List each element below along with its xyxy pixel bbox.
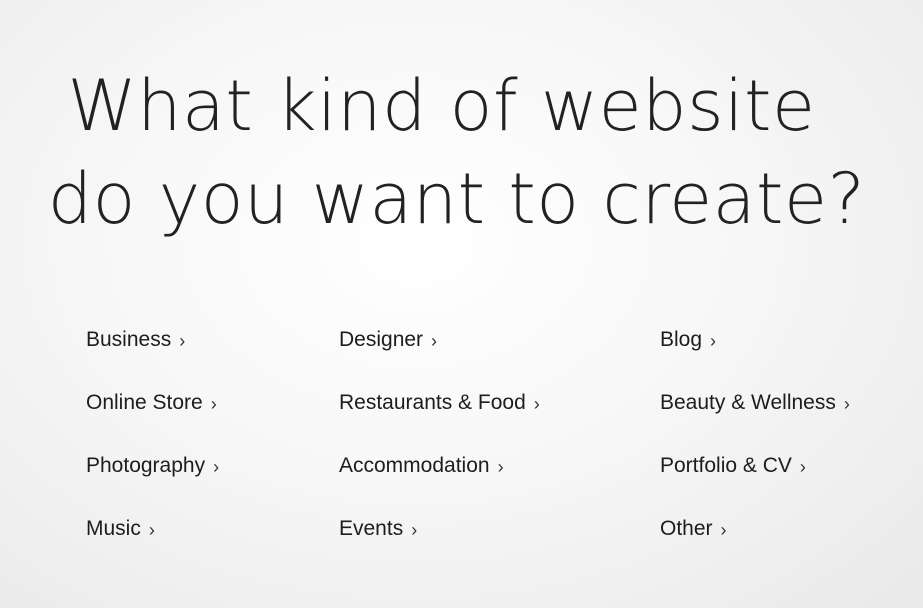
category-link-blog[interactable]: Blog › <box>660 322 850 385</box>
chevron-right-icon: › <box>497 457 504 477</box>
category-link-music[interactable]: Music › <box>86 511 219 574</box>
category-link-events[interactable]: Events › <box>339 511 540 574</box>
page-title: What kind of website do you want to crea… <box>0 60 923 246</box>
page-title-line-2: do you want to create? <box>47 158 866 240</box>
chevron-right-icon: › <box>431 331 438 351</box>
chevron-right-icon: › <box>411 520 418 540</box>
chevron-right-icon: › <box>213 457 220 477</box>
category-link-designer[interactable]: Designer › <box>339 322 540 385</box>
chevron-right-icon: › <box>210 394 217 414</box>
category-link-other[interactable]: Other › <box>660 511 850 574</box>
category-link-business[interactable]: Business › <box>86 322 219 385</box>
category-label: Beauty & Wellness <box>660 391 836 414</box>
category-link-beauty-wellness[interactable]: Beauty & Wellness › <box>660 385 850 448</box>
category-label: Restaurants & Food <box>339 391 526 414</box>
chevron-right-icon: › <box>533 394 540 414</box>
chevron-right-icon: › <box>799 457 806 477</box>
category-column-1: Business › Online Store › Photography › Mus… <box>86 322 219 574</box>
chevron-right-icon: › <box>710 331 717 351</box>
category-label: Blog <box>660 328 703 351</box>
chevron-right-icon: › <box>720 520 727 540</box>
category-column-2: Designer › Restaurants & Food › Accommodat… <box>339 322 540 574</box>
category-link-restaurants-food[interactable]: Restaurants & Food › <box>339 385 540 448</box>
category-label: Accommodation <box>339 454 490 477</box>
chevron-right-icon: › <box>179 331 186 351</box>
category-link-portfolio-cv[interactable]: Portfolio & CV › <box>660 448 850 511</box>
category-label: Events <box>339 517 404 540</box>
category-link-photography[interactable]: Photography › <box>86 448 219 511</box>
category-label: Online Store <box>86 391 203 414</box>
category-label: Music <box>86 517 141 540</box>
category-link-accommodation[interactable]: Accommodation › <box>339 448 540 511</box>
category-label: Portfolio & CV <box>660 454 792 477</box>
chevron-right-icon: › <box>843 394 850 414</box>
category-label: Photography <box>86 454 206 477</box>
category-label: Business <box>86 328 172 351</box>
category-label: Designer <box>339 328 424 351</box>
category-label: Other <box>660 517 713 540</box>
page-title-line-1: What kind of website <box>67 65 816 147</box>
category-link-online-store[interactable]: Online Store › <box>86 385 219 448</box>
chevron-right-icon: › <box>148 520 155 540</box>
category-column-3: Blog › Beauty & Wellness › Portfolio & CV ›… <box>660 322 850 574</box>
